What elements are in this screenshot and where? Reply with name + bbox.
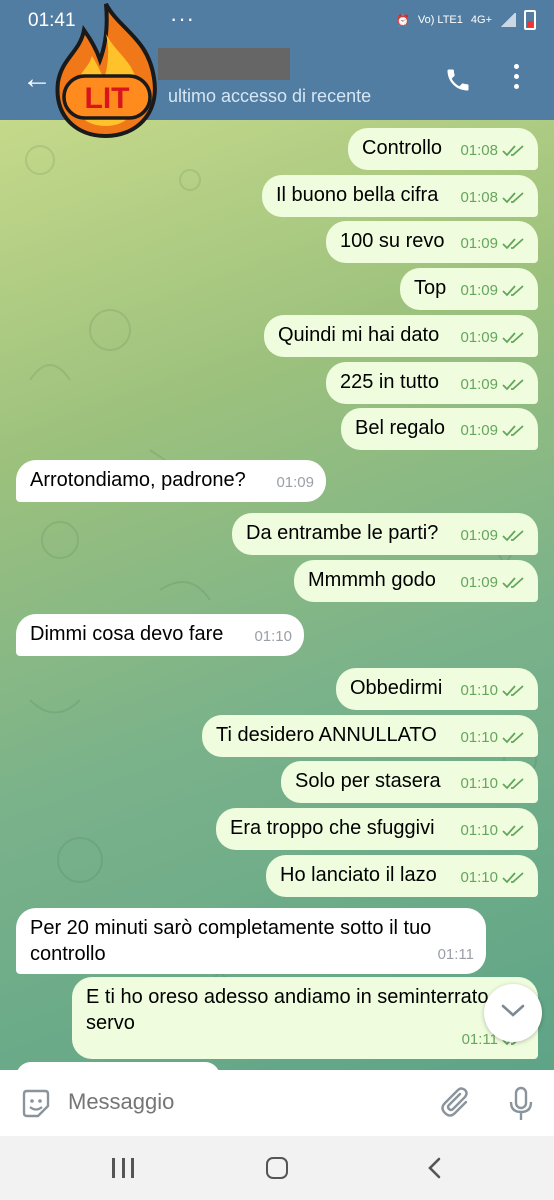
- message-meta: 01:09: [460, 372, 526, 398]
- message-meta: 01:09: [460, 231, 526, 257]
- double-check-icon: [502, 685, 524, 697]
- message-meta: 01:09: [460, 325, 526, 351]
- nav-back-icon[interactable]: [424, 1156, 446, 1180]
- message-meta: 01:09: [460, 570, 526, 596]
- double-check-icon: [502, 192, 524, 204]
- outgoing-message[interactable]: Mmmmh godo 01:09: [294, 560, 538, 602]
- double-check-icon: [502, 145, 524, 157]
- system-nav-bar: [0, 1136, 554, 1200]
- incoming-message[interactable]: Dimmi cosa devo fare 01:10: [16, 614, 304, 656]
- outgoing-message[interactable]: Ho lanciato il lazo 01:10: [266, 855, 538, 897]
- message-text: Per 20 minuti sarò completamente sotto i…: [30, 917, 432, 939]
- message-time: 01:09: [460, 282, 498, 299]
- incoming-message-partial[interactable]: [16, 1062, 220, 1070]
- message-text: E ti ho oreso adesso andiamo in seminter…: [86, 986, 489, 1008]
- last-seen-status: ultimo accesso di recente: [168, 86, 372, 106]
- message-time: 01:10: [460, 822, 498, 839]
- attach-paperclip-icon[interactable]: [440, 1086, 474, 1122]
- double-check-icon: [502, 285, 524, 297]
- double-check-icon: [502, 530, 524, 542]
- message-text: Dimmi cosa devo fare: [30, 623, 224, 645]
- contact-name-redacted[interactable]: [158, 48, 290, 80]
- message-meta: 01:10: [460, 725, 526, 751]
- outgoing-message[interactable]: Quindi mi hai dato 01:09: [264, 315, 538, 357]
- network-label: Vo) LTE1: [417, 14, 463, 26]
- status-indicators: ⏰ Vo) LTE1 4G+: [396, 10, 536, 30]
- message-time: 01:09: [460, 376, 498, 393]
- message-meta: 01:10: [460, 771, 526, 797]
- double-check-icon: [502, 872, 524, 884]
- outgoing-message[interactable]: Il buono bella cifra 01:08: [262, 175, 538, 217]
- outgoing-message[interactable]: E ti ho oreso adesso andiamo in seminter…: [72, 977, 538, 1059]
- message-time: 01:10: [254, 628, 292, 645]
- message-meta: 01:10: [460, 818, 526, 844]
- message-meta: 01:09: [460, 523, 526, 549]
- back-arrow-icon[interactable]: ←: [22, 62, 52, 96]
- message-meta: 01:10: [254, 624, 292, 650]
- message-meta: 01:09: [276, 470, 314, 496]
- chat-area[interactable]: Controllo 01:08 Il buono bella cifra 01:08 1…: [0, 120, 554, 1070]
- message-time: 01:08: [460, 142, 498, 159]
- notification-icons: ···: [170, 6, 195, 31]
- double-check-icon: [502, 332, 524, 344]
- message-input[interactable]: [68, 1089, 408, 1115]
- double-check-icon: [502, 238, 524, 250]
- recent-apps-icon[interactable]: [112, 1158, 134, 1178]
- message-text-line2: servo: [86, 1012, 135, 1034]
- sticker-text: LIT: [85, 82, 130, 115]
- signal-icon: [500, 13, 516, 27]
- message-meta: 01:09: [460, 418, 526, 444]
- double-check-icon: [502, 425, 524, 437]
- outgoing-message[interactable]: 225 in tutto 01:09: [326, 362, 538, 404]
- message-time: 01:09: [460, 574, 498, 591]
- outgoing-message[interactable]: Controllo 01:08: [348, 128, 538, 170]
- more-options-icon[interactable]: [512, 64, 520, 94]
- message-text-line2: controllo: [30, 943, 106, 965]
- double-check-icon: [502, 778, 524, 790]
- double-check-icon: [502, 577, 524, 589]
- double-check-icon: [502, 825, 524, 837]
- message-input-bar: [0, 1070, 554, 1136]
- outgoing-message[interactable]: Obbedirmi 01:10: [336, 668, 538, 710]
- alarm-icon: ⏰: [396, 14, 410, 27]
- message-time: 01:10: [460, 682, 498, 699]
- message-time: 01:10: [460, 775, 498, 792]
- message-time: 01:09: [460, 527, 498, 544]
- outgoing-message[interactable]: Da entrambe le parti? 01:09: [232, 513, 538, 555]
- message-meta: 01:11: [438, 942, 474, 968]
- message-time: 01:09: [460, 329, 498, 346]
- outgoing-message[interactable]: 100 su revo 01:09: [326, 221, 538, 263]
- message-meta: 01:09: [460, 278, 526, 304]
- incoming-message[interactable]: Arrotondiamo, padrone? 01:09: [16, 460, 326, 502]
- lit-fire-sticker: LIT: [55, 3, 157, 139]
- incoming-message[interactable]: Per 20 minuti sarò completamente sotto i…: [16, 908, 486, 974]
- message-meta: 01:10: [460, 865, 526, 891]
- message-time: 01:09: [460, 422, 498, 439]
- message-time: 01:09: [276, 474, 314, 491]
- microphone-icon[interactable]: [508, 1086, 534, 1122]
- message-time: 01:09: [460, 235, 498, 252]
- scroll-to-bottom-button[interactable]: [484, 984, 542, 1042]
- outgoing-message[interactable]: Ti desidero ANNULLATO 01:10: [202, 715, 538, 757]
- double-check-icon: [502, 379, 524, 391]
- message-meta: 01:08: [460, 138, 526, 164]
- emoji-icon[interactable]: [20, 1088, 52, 1120]
- outgoing-message[interactable]: Top 01:09: [400, 268, 538, 310]
- phone-call-icon[interactable]: [444, 66, 472, 94]
- outgoing-message[interactable]: Bel regalo 01:09: [341, 408, 538, 450]
- message-time: 01:10: [460, 869, 498, 886]
- message-text: Arrotondiamo, padrone?: [30, 469, 246, 491]
- chevron-down-icon: [501, 1004, 525, 1017]
- double-check-icon: [502, 732, 524, 744]
- message-meta: 01:08: [460, 185, 526, 211]
- message-time: 01:11: [437, 946, 474, 963]
- home-icon[interactable]: [266, 1157, 288, 1179]
- message-time: 01:08: [460, 189, 498, 206]
- message-time: 01:10: [460, 729, 498, 746]
- outgoing-message[interactable]: Solo per stasera 01:10: [281, 761, 538, 803]
- battery-icon: [524, 10, 536, 30]
- outgoing-message[interactable]: Era troppo che sfuggivi 01:10: [216, 808, 538, 850]
- message-meta: 01:10: [460, 678, 526, 704]
- network-type-label: 4G+: [470, 14, 492, 26]
